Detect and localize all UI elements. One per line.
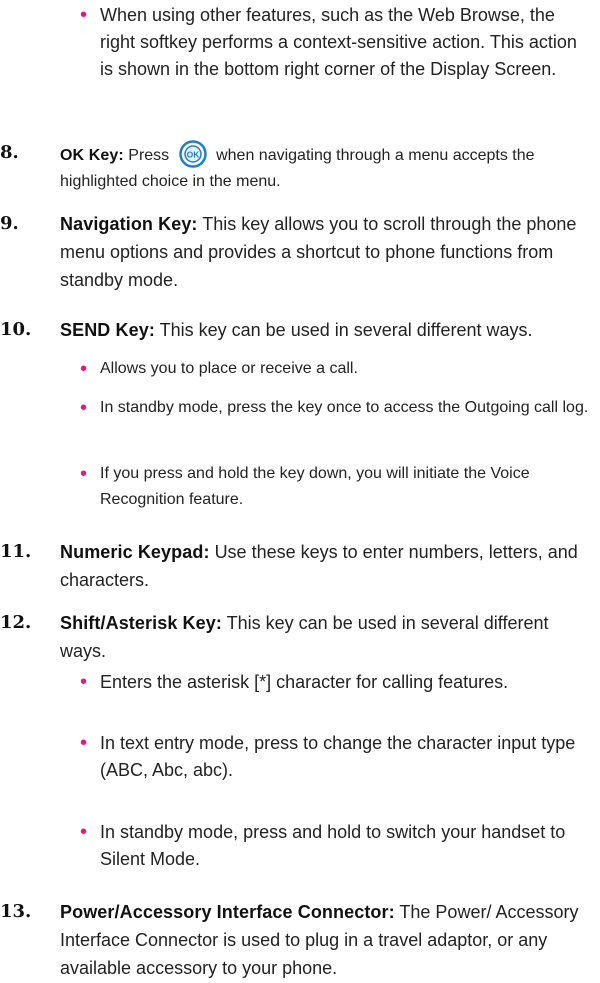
bullet-text: Enters the asterisk [*] character for ca… bbox=[100, 672, 509, 692]
list-item-send-key: 10. SEND Key: This key can be used in se… bbox=[0, 316, 584, 344]
bullet-dot-icon: • bbox=[80, 732, 88, 754]
bullet-text: When using other features, such as the W… bbox=[100, 5, 577, 79]
list-bullet: • If you press and hold the key down, yo… bbox=[80, 461, 595, 513]
bullet-dot-icon: • bbox=[80, 463, 88, 485]
bullet-dot-icon: • bbox=[80, 397, 88, 419]
item-term: Navigation Key: bbox=[60, 214, 198, 234]
item-number: 11. bbox=[0, 541, 32, 562]
item-number: 8. bbox=[0, 142, 19, 163]
list-bullet: • Enters the asterisk [*] character for … bbox=[80, 669, 595, 696]
item-term: Power/Accessory Interface Connector: bbox=[60, 902, 395, 922]
svg-text:OK: OK bbox=[186, 150, 200, 160]
item-number: 12. bbox=[0, 612, 32, 633]
bullet-text: In text entry mode, press to change the … bbox=[100, 733, 576, 780]
bullet-text: In standby mode, press the key once to a… bbox=[100, 399, 589, 416]
list-bullet: • Allows you to place or receive a call. bbox=[80, 356, 595, 382]
bullet-text: If you press and hold the key down, you … bbox=[100, 465, 530, 508]
item-term: SEND Key: bbox=[60, 320, 155, 340]
bullet-text: Allows you to place or receive a call. bbox=[100, 360, 358, 377]
item-number: 10. bbox=[0, 319, 32, 340]
item-number: 13. bbox=[0, 901, 32, 922]
ok-key-icon: OK bbox=[178, 140, 207, 168]
list-bullet: • In standby mode, press and hold to swi… bbox=[80, 819, 595, 873]
item-term: OK Key: bbox=[60, 147, 124, 164]
intro-bullet: • When using other features, such as the… bbox=[80, 2, 585, 83]
list-bullet: • In standby mode, press the key once to… bbox=[80, 395, 595, 421]
item-text-pre: Press bbox=[128, 147, 170, 164]
item-number: 9. bbox=[0, 213, 19, 234]
item-term: Shift/Asterisk Key: bbox=[60, 613, 222, 633]
list-item-shift-asterisk-key: 12. Shift/Asterisk Key: This key can be … bbox=[0, 609, 584, 665]
bullet-dot-icon: • bbox=[80, 4, 88, 26]
item-term: Numeric Keypad: bbox=[60, 542, 210, 562]
list-item-power-accessory-connector: 13. Power/Accessory Interface Connector:… bbox=[0, 898, 584, 982]
item-text: This key can be used in several differen… bbox=[159, 320, 533, 340]
bullet-dot-icon: • bbox=[80, 671, 88, 693]
list-item-ok-key: 8. OK Key: Press OK when navigating thro… bbox=[0, 140, 584, 195]
list-bullet: • In text entry mode, press to change th… bbox=[80, 730, 595, 784]
bullet-dot-icon: • bbox=[80, 821, 88, 843]
list-item-navigation-key: 9. Navigation Key: This key allows you t… bbox=[0, 210, 584, 294]
list-item-numeric-keypad: 11. Numeric Keypad: Use these keys to en… bbox=[0, 538, 584, 594]
bullet-text: In standby mode, press and hold to switc… bbox=[100, 822, 566, 869]
bullet-dot-icon: • bbox=[80, 358, 88, 380]
